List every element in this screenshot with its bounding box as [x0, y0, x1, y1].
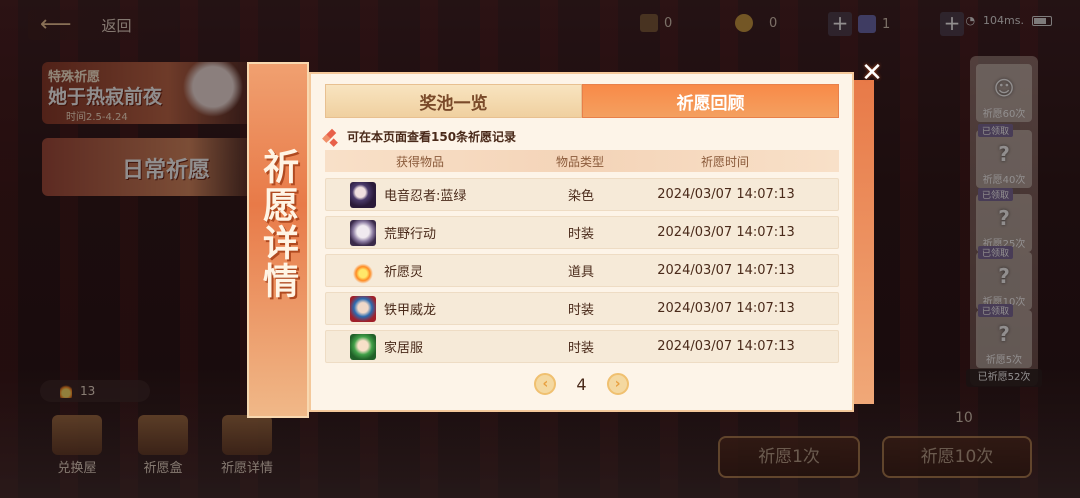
- item-avatar-icon: [350, 219, 376, 246]
- close-icon[interactable]: ✕: [858, 60, 886, 88]
- item-type: 道具: [567, 265, 594, 280]
- page-number: 4: [576, 374, 587, 394]
- item-cell: 电音忍者:蓝绿: [326, 181, 516, 208]
- record-hint: 可在本页面查看150条祈愿记录: [325, 128, 516, 145]
- item-avatar-icon: [350, 333, 376, 360]
- history-table: 电音忍者:蓝绿 染色 2024/03/07 14:07:13 荒野行动 时装 2…: [325, 178, 839, 368]
- item-cell: 祈愿灵: [326, 257, 516, 284]
- table-row: 铁甲威龙 时装 2024/03/07 14:07:13: [325, 292, 839, 325]
- item-cell: 铁甲威龙: [326, 295, 516, 322]
- modal-side-title: 祈愿详情: [257, 148, 299, 300]
- col-time-header: 祈愿时间: [700, 154, 749, 169]
- tab-prize-pool[interactable]: 奖池一览: [325, 84, 582, 118]
- item-avatar-icon: [350, 181, 376, 208]
- modal-tabs: 奖池一览 祈愿回顾: [325, 84, 839, 118]
- table-row: 电音忍者:蓝绿 染色 2024/03/07 14:07:13: [325, 178, 839, 211]
- wish-details-modal: 奖池一览 祈愿回顾 可在本页面查看150条祈愿记录 获得物品 物品类型 祈愿时间…: [309, 72, 874, 412]
- diamond-icon: [325, 130, 339, 144]
- modal-side-banner: 祈愿详情: [247, 62, 309, 418]
- table-row: 荒野行动 时装 2024/03/07 14:07:13: [325, 216, 839, 249]
- table-header: 获得物品 物品类型 祈愿时间: [325, 150, 839, 172]
- item-type: 时装: [567, 227, 594, 242]
- table-row: 家居服 时装 2024/03/07 14:07:13: [325, 330, 839, 363]
- item-type: 染色: [567, 189, 594, 204]
- table-row: 祈愿灵 道具 2024/03/07 14:07:13: [325, 254, 839, 287]
- prev-page-button[interactable]: ‹: [534, 373, 557, 395]
- col-item-header: 获得物品: [395, 154, 444, 169]
- item-avatar-icon: [350, 295, 376, 322]
- next-page-button[interactable]: ›: [606, 373, 629, 395]
- item-time: 2024/03/07 14:07:13: [657, 339, 795, 354]
- item-name: 家居服: [384, 341, 424, 356]
- item-name: 电音忍者:蓝绿: [384, 189, 467, 204]
- tab-wish-history[interactable]: 祈愿回顾: [582, 84, 839, 118]
- pagination: ‹ 4 ›: [311, 373, 852, 395]
- item-cell: 家居服: [326, 333, 516, 360]
- item-type: 时装: [567, 341, 594, 356]
- item-name: 祈愿灵: [384, 265, 424, 280]
- item-time: 2024/03/07 14:07:13: [657, 263, 795, 278]
- item-cell: 荒野行动: [326, 219, 516, 246]
- hint-text: 可在本页面查看150条祈愿记录: [347, 130, 517, 144]
- col-type-header: 物品类型: [555, 154, 604, 169]
- item-time: 2024/03/07 14:07:13: [657, 225, 795, 240]
- item-name: 荒野行动: [384, 227, 437, 242]
- item-type: 时装: [567, 303, 594, 318]
- flame-icon: [350, 257, 376, 284]
- item-time: 2024/03/07 14:07:13: [657, 187, 795, 202]
- item-name: 铁甲威龙: [384, 303, 437, 318]
- item-time: 2024/03/07 14:07:13: [657, 301, 795, 316]
